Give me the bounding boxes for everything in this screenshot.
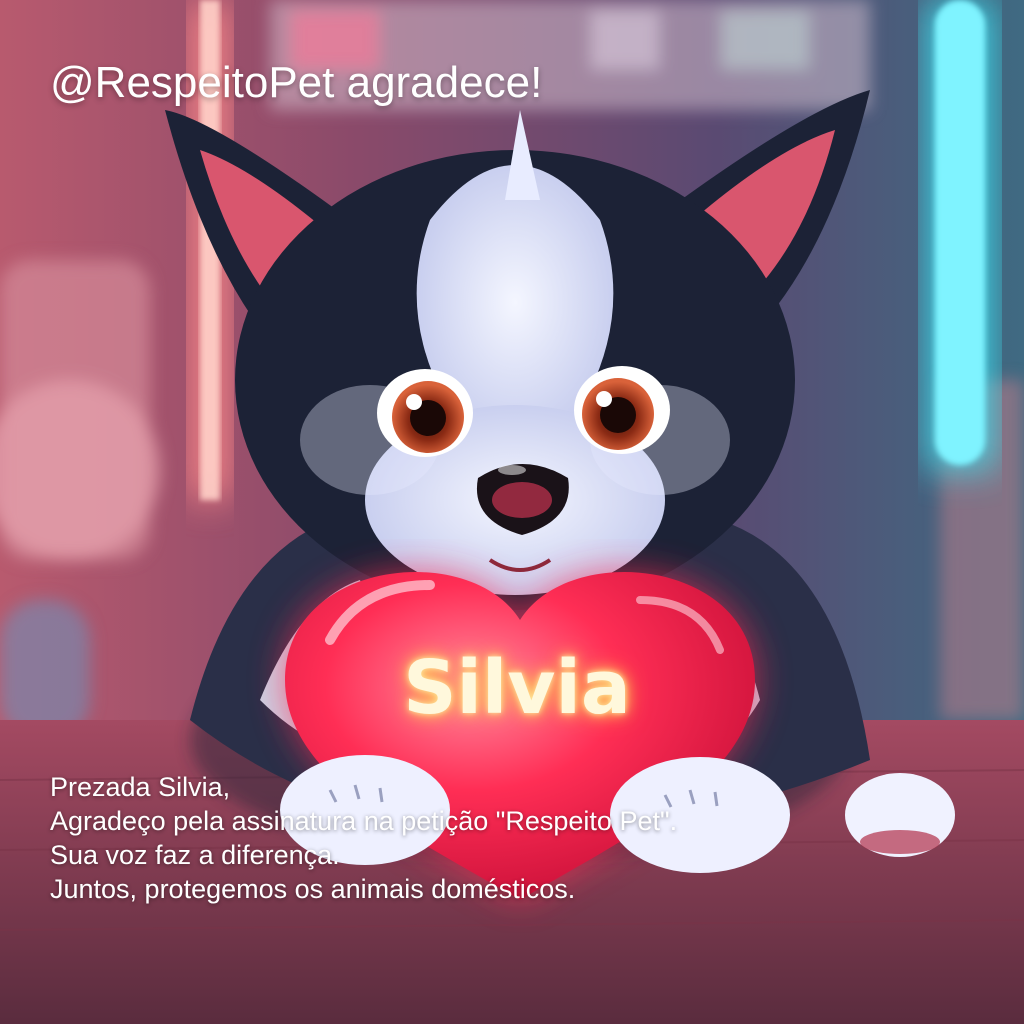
- right-eye: [574, 366, 670, 454]
- message-line: Prezada Silvia,: [50, 772, 231, 802]
- message-line: Juntos, protegemos os animais domésticos…: [50, 874, 576, 904]
- message-line: Sua voz faz a diferença.: [50, 840, 340, 870]
- greeting-card: @RespeitoPet agradece! Silvia Prezada Si…: [0, 0, 1024, 1024]
- left-eye: [377, 369, 473, 457]
- page-title: @RespeitoPet agradece!: [50, 58, 543, 107]
- message-line: Agradeço pela assinatura na petição "Res…: [50, 806, 678, 836]
- heart-name-label: Silvia: [403, 645, 631, 731]
- thank-you-message: Prezada Silvia, Agradeço pela assinatura…: [50, 770, 677, 906]
